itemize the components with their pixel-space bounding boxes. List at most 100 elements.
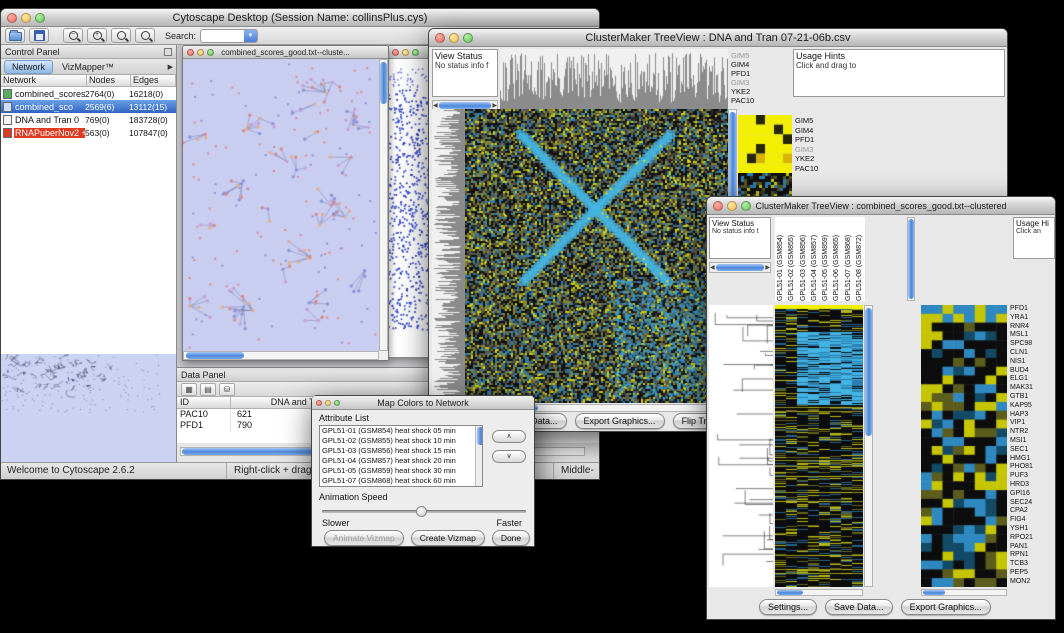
- network-view-titlebar[interactable]: combined_scores_good.txt--cluste...: [183, 46, 388, 59]
- column-label: GPL51-08 (GSM872): [854, 217, 865, 301]
- zoom-selected-button[interactable]: [135, 28, 155, 43]
- close-button[interactable]: [187, 49, 194, 56]
- zoom-button[interactable]: [412, 49, 419, 56]
- scrollbar-thumb[interactable]: [186, 352, 244, 359]
- network-list-row[interactable]: DNA and Tran 0769(0)183728(0): [1, 113, 176, 126]
- close-button[interactable]: [435, 33, 445, 43]
- tab-vizmapper[interactable]: VizMapper™: [55, 61, 121, 73]
- export-graphics-button[interactable]: Export Graphics...: [575, 413, 665, 429]
- scrollbar-thumb[interactable]: [439, 102, 492, 109]
- network-list-row[interactable]: combined_sco2569(6)13112(15): [1, 100, 176, 113]
- scrollbar-thumb[interactable]: [477, 427, 484, 445]
- close-button[interactable]: [713, 201, 723, 211]
- create-vizmap-button[interactable]: Create Vizmap: [411, 530, 485, 546]
- minimize-button[interactable]: [402, 49, 409, 56]
- attribute-list[interactable]: GPL51-01 (GSM854) heat shock 05 minGPL51…: [319, 425, 483, 487]
- global-heatmap-canvas[interactable]: [775, 305, 863, 587]
- gene-label: YSH1: [1010, 525, 1054, 534]
- create-attribute-button[interactable]: ▤: [200, 383, 216, 396]
- column-header-network[interactable]: Network: [1, 75, 87, 86]
- minimize-button[interactable]: [325, 400, 331, 406]
- delete-attribute-button[interactable]: ⛁: [219, 383, 235, 396]
- animate-vizmap-button[interactable]: Animate Vizmap: [324, 530, 404, 546]
- attribute-list-item[interactable]: GPL51-02 (GSM855) heat shock 10 min: [320, 436, 482, 446]
- attribute-list-item[interactable]: GPL51-07 (GSM868) heat shock 60 min: [320, 476, 482, 486]
- settings-button[interactable]: Settings...: [759, 599, 817, 615]
- vertical-scrollbar[interactable]: [907, 217, 915, 301]
- save-session-button[interactable]: [29, 28, 49, 43]
- minimize-button[interactable]: [21, 13, 31, 23]
- network-canvas[interactable]: [183, 59, 379, 352]
- column-header-id[interactable]: ID: [177, 397, 231, 408]
- zoom-button[interactable]: [741, 201, 751, 211]
- float-panel-icon[interactable]: [164, 48, 172, 56]
- cytoscape-titlebar[interactable]: Cytoscape Desktop (Session Name: collins…: [1, 9, 599, 27]
- horizontal-scrollbar[interactable]: [921, 589, 1007, 596]
- network-list-row[interactable]: RNAPuberNov2 +563(0)107847(0): [1, 126, 176, 139]
- tab-overflow-icon[interactable]: ▶: [168, 63, 173, 71]
- move-up-button[interactable]: ∧: [492, 430, 526, 443]
- column-dendrogram-canvas[interactable]: [500, 49, 728, 109]
- minimize-button[interactable]: [727, 201, 737, 211]
- open-session-button[interactable]: [5, 28, 25, 43]
- attribute-list-item[interactable]: GPL51-04 (GSM857) heat shock 20 min: [320, 456, 482, 466]
- zoom-button[interactable]: [334, 400, 340, 406]
- row-dendrogram-canvas[interactable]: [432, 109, 465, 403]
- network-view-window[interactable]: combined_scores_good.txt--cluste...: [182, 45, 389, 361]
- row-dendrogram-canvas[interactable]: [709, 305, 773, 587]
- vertical-scrollbar[interactable]: [864, 305, 873, 587]
- scrollbar-thumb[interactable]: [716, 264, 765, 271]
- close-button[interactable]: [316, 400, 322, 406]
- tab-network[interactable]: Network: [4, 60, 53, 74]
- scrollbar-thumb[interactable]: [908, 219, 914, 299]
- minimize-button[interactable]: [197, 49, 204, 56]
- column-header-edges[interactable]: Edges: [131, 75, 176, 86]
- scrollbar-thumb[interactable]: [380, 62, 387, 104]
- zoom-out-button[interactable]: −: [63, 28, 83, 43]
- done-button[interactable]: Done: [492, 530, 530, 546]
- slider-thumb[interactable]: [416, 506, 427, 517]
- dialog-titlebar[interactable]: Map Colors to Network: [312, 396, 534, 410]
- select-attributes-button[interactable]: ▦: [181, 383, 197, 396]
- scroll-left-icon[interactable]: ◀: [710, 264, 715, 271]
- zoom-in-button[interactable]: +: [87, 28, 107, 43]
- network-overview-canvas[interactable]: [1, 354, 176, 462]
- column-header-nodes[interactable]: Nodes: [87, 75, 131, 86]
- search-combobox[interactable]: ▼: [200, 29, 258, 43]
- map-colors-dialog[interactable]: Map Colors to Network Attribute List GPL…: [311, 395, 535, 547]
- scrollbar-thumb[interactable]: [923, 590, 945, 595]
- treeview2-titlebar[interactable]: ClusterMaker TreeView : combined_scores_…: [707, 197, 1055, 215]
- slower-label: Slower: [322, 518, 350, 528]
- attribute-list-item[interactable]: GPL51-03 (GSM856) heat shock 15 min: [320, 446, 482, 456]
- scroll-left-icon[interactable]: ◀: [433, 102, 438, 109]
- close-button[interactable]: [7, 13, 17, 23]
- scroll-right-icon[interactable]: ▶: [765, 264, 770, 271]
- zoom-heatmap-canvas[interactable]: [921, 305, 1007, 587]
- save-data-button[interactable]: Save Data...: [825, 599, 893, 615]
- horizontal-scrollbar[interactable]: ◀ ▶: [709, 262, 771, 273]
- treeview-window-combined[interactable]: ClusterMaker TreeView : combined_scores_…: [706, 196, 1056, 620]
- scroll-right-icon[interactable]: ▶: [492, 102, 497, 109]
- attribute-list-item[interactable]: GPL51-05 (GSM859) heat shock 30 min: [320, 466, 482, 476]
- vertical-scrollbar[interactable]: [379, 59, 388, 351]
- scrollbar-thumb[interactable]: [777, 590, 803, 595]
- zoom-button[interactable]: [463, 33, 473, 43]
- zoom-heatmap-canvas[interactable]: [738, 115, 792, 173]
- attribute-list-item[interactable]: GPL51-01 (GSM854) heat shock 05 min: [320, 426, 482, 436]
- network-list-row[interactable]: combined_scores2764(0)16218(0): [1, 87, 176, 100]
- vertical-scrollbar[interactable]: [475, 426, 483, 486]
- treeview1-titlebar[interactable]: ClusterMaker TreeView : DNA and Tran 07-…: [429, 29, 1007, 47]
- global-heatmap-canvas[interactable]: [465, 109, 728, 403]
- zoom-button[interactable]: [207, 49, 214, 56]
- scrollbar-thumb[interactable]: [865, 308, 872, 436]
- animation-speed-slider[interactable]: [322, 505, 526, 517]
- scrollbar-thumb[interactable]: [729, 112, 736, 208]
- zoom-fit-button[interactable]: [111, 28, 131, 43]
- horizontal-scrollbar[interactable]: [775, 589, 863, 596]
- minimize-button[interactable]: [449, 33, 459, 43]
- horizontal-scrollbar[interactable]: [183, 351, 379, 360]
- zoom-button[interactable]: [35, 13, 45, 23]
- move-down-button[interactable]: ∨: [492, 450, 526, 463]
- close-button[interactable]: [392, 49, 399, 56]
- export-graphics-button[interactable]: Export Graphics...: [901, 599, 991, 615]
